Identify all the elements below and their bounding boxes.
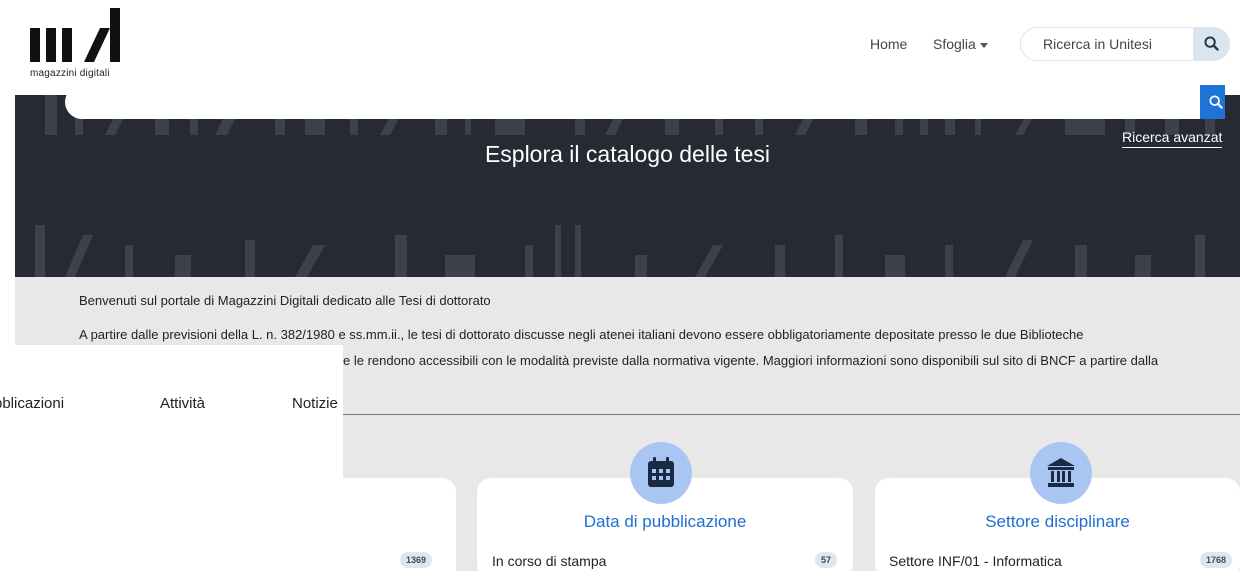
tab-divider — [343, 414, 1240, 415]
site-search-placeholder: Ricerca in Unitesi — [1043, 36, 1152, 52]
nav-home-link[interactable]: Home — [870, 36, 907, 52]
hero-banner: Esplora il catalogo delle tesi — [15, 95, 1240, 277]
logo-mark-icon — [30, 8, 120, 62]
advanced-search-link[interactable]: Ricerca avanzat — [1122, 129, 1223, 148]
calendar-icon — [630, 442, 692, 504]
intro-paragraph-line2: e le rendono accessibili con le modalità… — [343, 353, 1159, 368]
site-logo[interactable]: magazzini digitali — [30, 8, 140, 88]
tab-notizie[interactable]: Notizie — [292, 395, 338, 412]
hero-title: Esplora il catalogo delle tesi — [484, 141, 771, 167]
browse-card-partial[interactable] — [343, 478, 456, 578]
intro-paragraph-line1: A partire dalle previsioni della L. n. 3… — [79, 327, 1084, 342]
count-badge: 1369 — [400, 552, 433, 568]
logo-text: magazzini digitali — [30, 68, 110, 79]
list-item-label[interactable]: Settore INF/01 - Informatica — [889, 553, 1062, 569]
nav-sfoglia-dropdown[interactable]: Sfoglia — [933, 36, 988, 52]
institution-icon — [1030, 442, 1092, 504]
tab-pubblicazioni[interactable]: bblicazioni — [0, 395, 64, 412]
count-badge: 57 — [815, 552, 838, 568]
count-badge: 1768 — [1200, 552, 1233, 568]
caret-down-icon — [979, 42, 988, 48]
search-icon — [1204, 36, 1219, 51]
site-search-button[interactable] — [1193, 27, 1230, 61]
list-item-label[interactable]: In corso di stampa — [492, 553, 606, 569]
card-title-date[interactable]: Data di pubblicazione — [477, 512, 853, 532]
search-icon — [1209, 95, 1223, 109]
intro-section: Benvenuti sul portale di Magazzini Digit… — [15, 277, 1240, 345]
overlay-tab-panel: bblicazioni Attività Notizie — [0, 345, 343, 571]
card-title-discipline[interactable]: Settore disciplinare — [875, 512, 1240, 532]
intro-welcome-text: Benvenuti sul portale di Magazzini Digit… — [79, 293, 491, 308]
catalog-search-input[interactable] — [65, 85, 1215, 119]
tab-attivita[interactable]: Attività — [160, 395, 205, 412]
catalog-search-button[interactable] — [1200, 85, 1225, 119]
hero-background-pattern — [35, 95, 1215, 277]
nav-sfoglia-label: Sfoglia — [933, 36, 976, 52]
